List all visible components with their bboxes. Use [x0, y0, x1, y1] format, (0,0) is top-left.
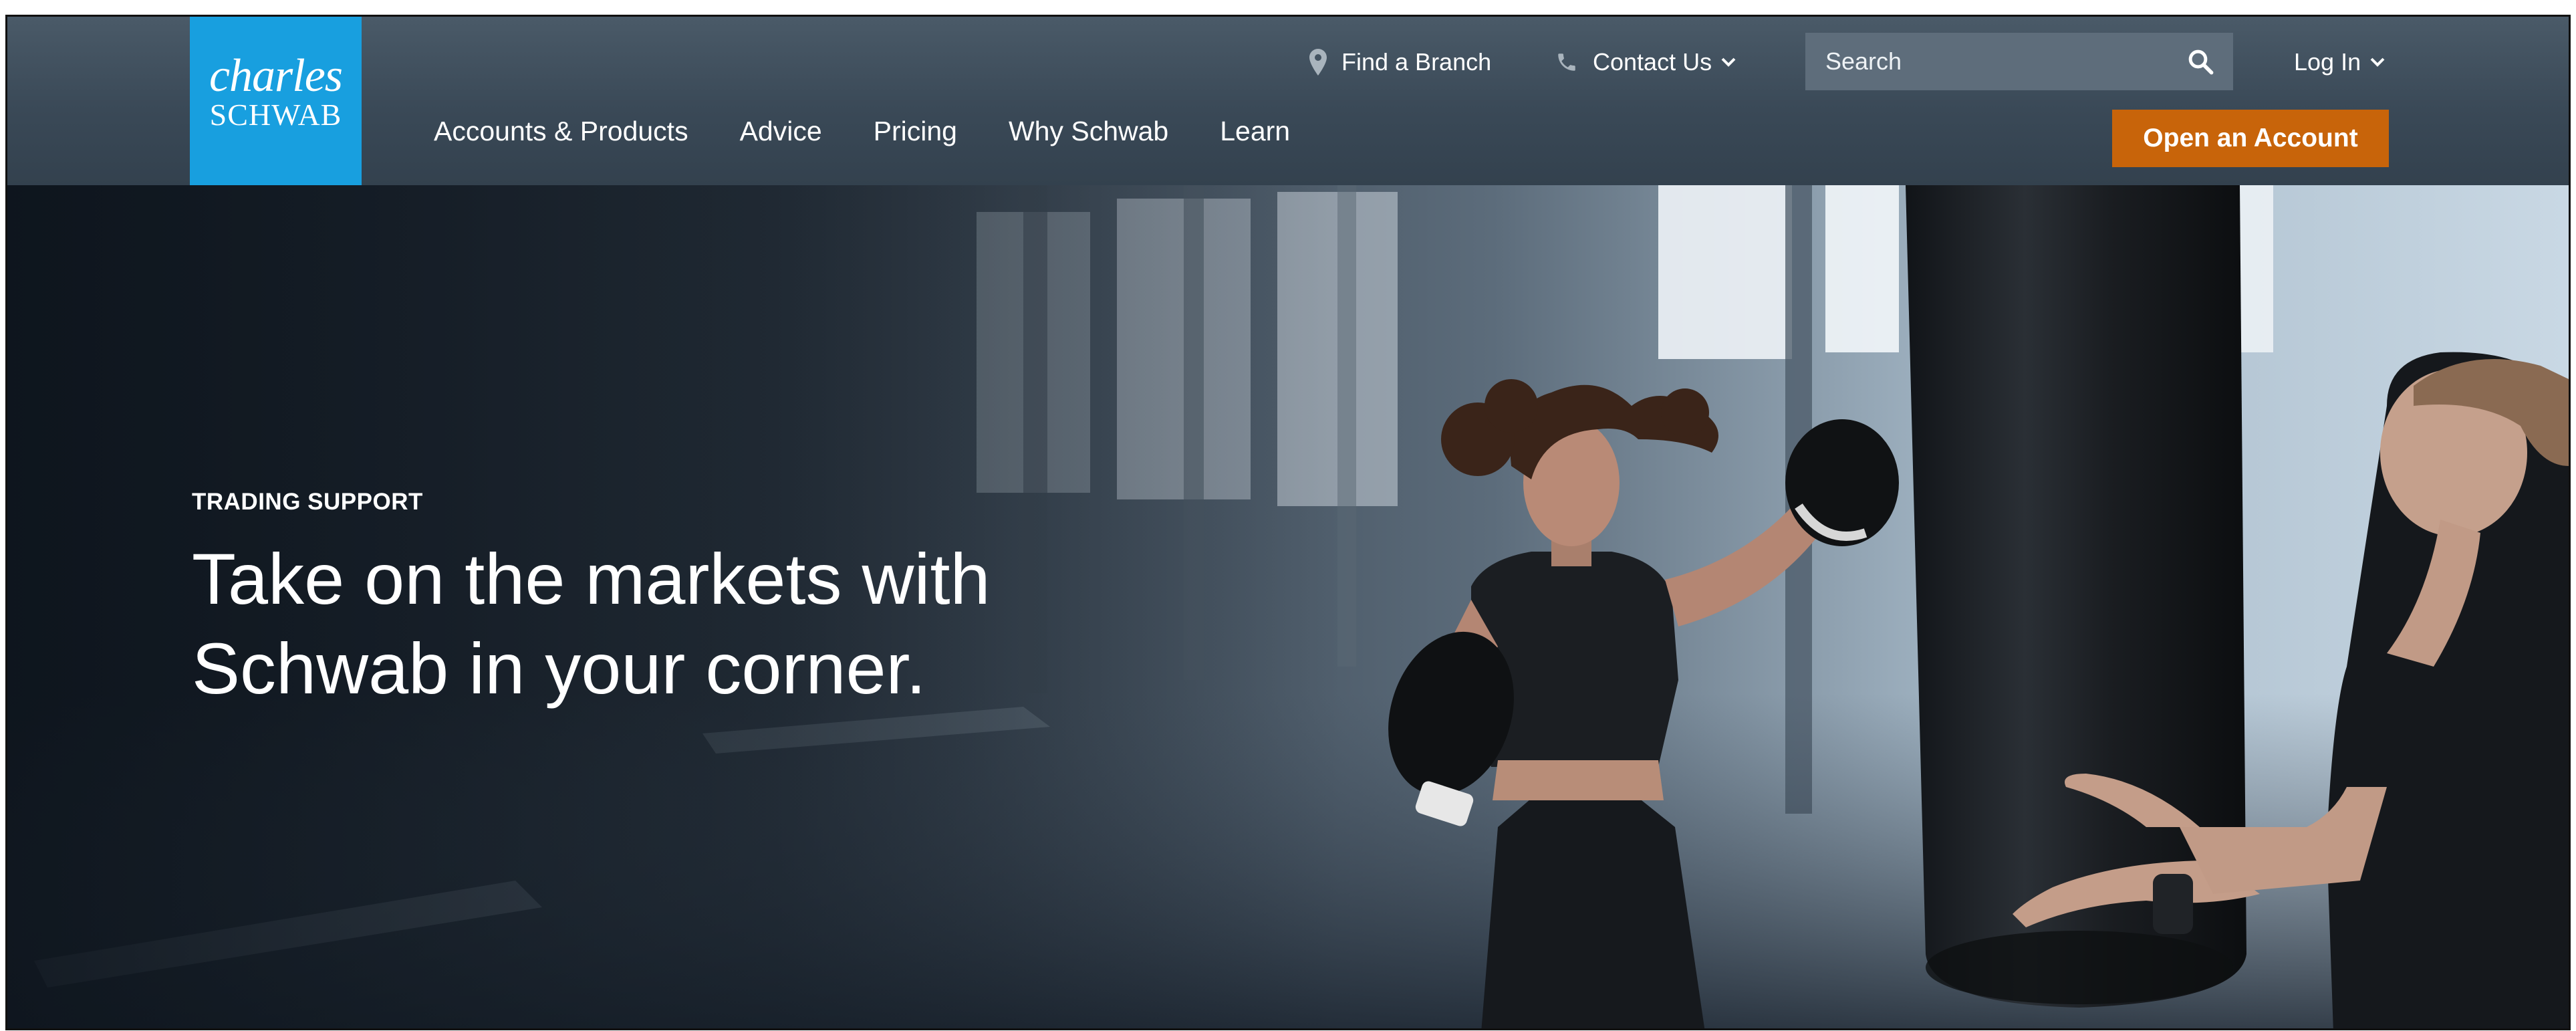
map-pin-icon: [1309, 49, 1327, 76]
nav-advice[interactable]: Advice: [740, 116, 822, 147]
chevron-down-icon: [2370, 58, 2385, 67]
charles-schwab-logo[interactable]: charles SCHWAB: [190, 17, 362, 185]
nav-why-schwab[interactable]: Why Schwab: [1009, 116, 1168, 147]
logo-wordmark-line1: charles: [209, 50, 343, 102]
hero-headline-line1: Take on the markets with: [192, 538, 991, 619]
search-button[interactable]: [2186, 47, 2214, 76]
phone-icon: [1555, 51, 1578, 74]
hero-banner: TRADING SUPPORT Take on the markets with…: [7, 185, 2569, 1028]
browser-viewport: charles SCHWAB Find a Branch Contact Us: [5, 15, 2571, 1030]
open-account-button[interactable]: Open an Account: [2112, 110, 2389, 167]
contact-us-label: Contact Us: [1593, 48, 1712, 76]
chevron-down-icon: [1721, 58, 1736, 67]
hero-copy: TRADING SUPPORT Take on the markets with…: [192, 489, 991, 713]
find-branch-label: Find a Branch: [1341, 48, 1492, 76]
magnifier-icon: [2188, 49, 2214, 75]
hero-headline-line2: Schwab in your corner.: [192, 628, 926, 709]
log-in-label: Log In: [2294, 48, 2361, 76]
hero-headline: Take on the markets with Schwab in your …: [192, 534, 991, 713]
find-branch-link[interactable]: Find a Branch: [1309, 43, 1491, 81]
search-input[interactable]: [1824, 47, 2186, 76]
nav-learn[interactable]: Learn: [1220, 116, 1290, 147]
hero-eyebrow: TRADING SUPPORT: [192, 489, 423, 515]
search-box: [1805, 33, 2233, 90]
logo-wordmark-line2: SCHWAB: [209, 98, 342, 132]
log-in-menu[interactable]: Log In: [2294, 43, 2385, 81]
nav-pricing[interactable]: Pricing: [874, 116, 957, 147]
site-header: charles SCHWAB Find a Branch Contact Us: [7, 17, 2569, 185]
main-nav: Accounts & Products Advice Pricing Why S…: [434, 116, 1341, 147]
nav-accounts-products[interactable]: Accounts & Products: [434, 116, 688, 147]
contact-us-menu[interactable]: Contact Us: [1555, 43, 1736, 81]
